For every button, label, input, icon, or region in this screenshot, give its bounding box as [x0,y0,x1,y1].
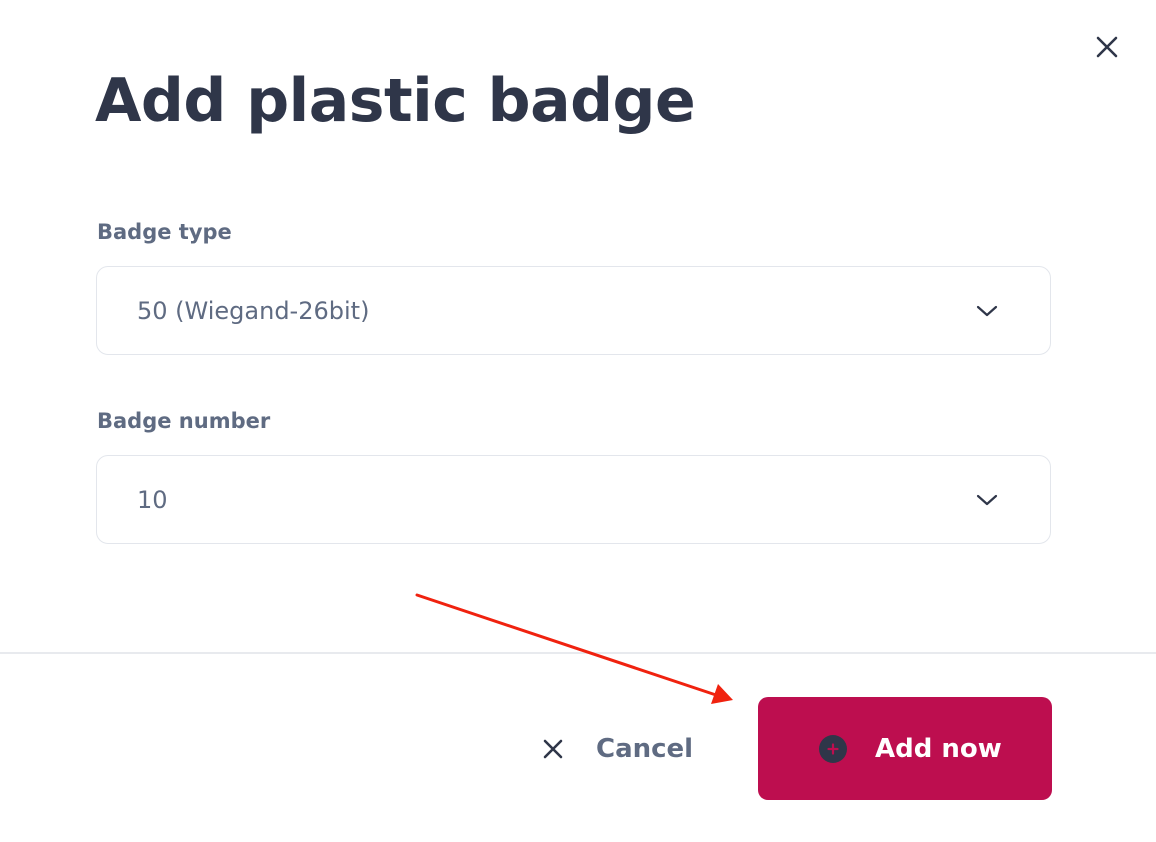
badge-number-select[interactable]: 10 [96,455,1051,544]
footer-divider [0,652,1156,654]
plus-circle-icon [818,734,848,764]
badge-type-label: Badge type [97,220,232,244]
chevron-down-icon [976,304,998,318]
badge-type-value: 50 (Wiegand-26bit) [137,296,370,325]
chevron-down-icon [976,493,998,507]
add-badge-dialog: Add plastic badge Badge type 50 (Wiegand… [0,0,1156,842]
cancel-button[interactable]: Cancel [530,718,693,780]
close-button[interactable] [1090,30,1124,64]
close-icon [540,736,566,762]
add-now-button[interactable]: Add now [758,697,1052,800]
badge-type-select[interactable]: 50 (Wiegand-26bit) [96,266,1051,355]
badge-number-value: 10 [137,485,168,514]
badge-number-label: Badge number [97,409,271,433]
close-icon [1096,36,1118,58]
cancel-label: Cancel [596,734,694,764]
dialog-title: Add plastic badge [95,66,696,136]
add-now-label: Add now [875,733,1002,764]
